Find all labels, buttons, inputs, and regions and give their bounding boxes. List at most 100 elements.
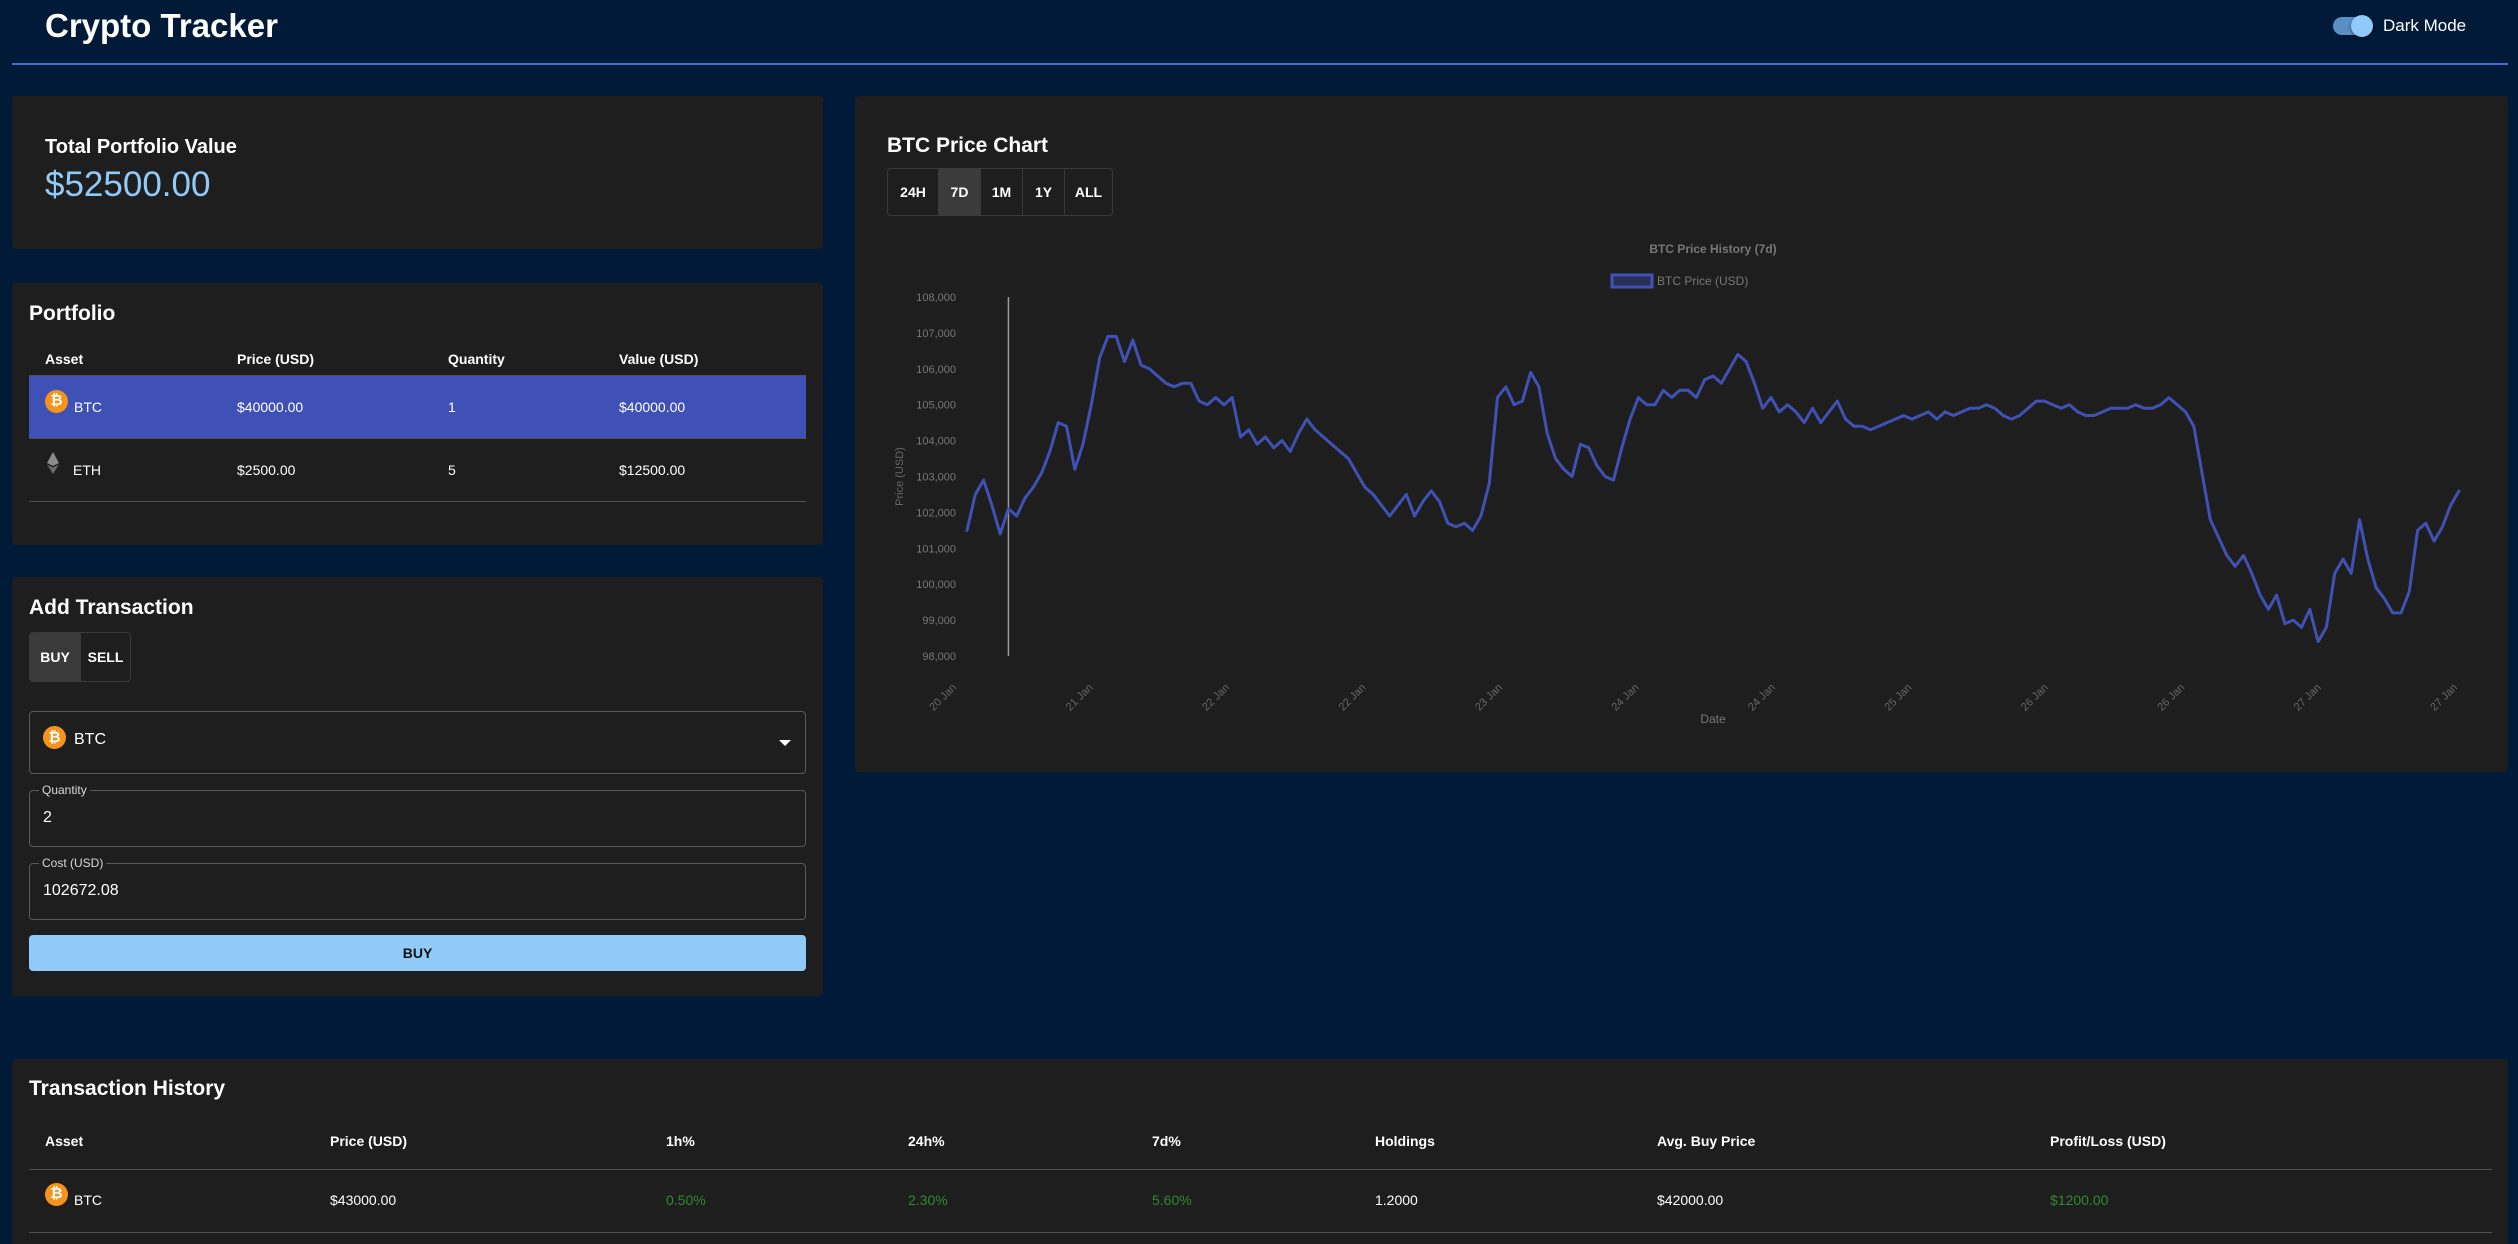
app-bar: Crypto Tracker Dark Mode <box>0 0 2518 65</box>
price-point <box>1048 450 1052 453</box>
price-point <box>2424 522 2427 525</box>
bitcoin-icon: ₿ <box>45 389 68 413</box>
price-point <box>1338 450 1342 453</box>
price-point <box>1521 399 1524 403</box>
price-point <box>1952 414 1955 417</box>
column-header: Quantity <box>448 351 505 367</box>
price-point <box>1819 421 1822 424</box>
price-point <box>1803 421 1806 424</box>
price-chart-card: BTC Price Chart 24H 7D 1M 1Y ALL BTC Pri… <box>855 96 2508 772</box>
price-point <box>1836 399 1839 403</box>
y-tick-label: 107,000 <box>916 328 956 340</box>
price-point <box>974 493 977 496</box>
price-point <box>1479 514 1483 518</box>
price-point <box>1678 389 1681 392</box>
price-point <box>2134 403 2137 406</box>
price-point <box>1313 428 1317 431</box>
price-point <box>1894 417 1897 421</box>
price-point <box>1322 435 1325 439</box>
table-row[interactable]: ₿ BTC $40000.00 1 $40000.00 <box>29 376 806 439</box>
column-header: Holdings <box>1375 1133 1435 1149</box>
price-point <box>2035 399 2038 403</box>
price-point <box>1852 425 1856 428</box>
ethereum-icon <box>45 451 61 475</box>
holdings-cell: 1.2000 <box>1375 1192 1418 1208</box>
dark-mode-switch[interactable] <box>2333 15 2373 37</box>
cost-input[interactable] <box>43 880 783 902</box>
dark-mode-label: Dark Mode <box>2383 16 2467 35</box>
quantity-cell: 1 <box>448 399 456 415</box>
price-point <box>2316 640 2320 643</box>
price-point <box>1355 471 1358 475</box>
x-tick-label: 21 Jan <box>1064 682 1096 714</box>
price-point <box>2209 518 2212 521</box>
x-tick-label: 23 Jan <box>1473 682 1505 714</box>
price-point <box>1935 417 1939 421</box>
price-point <box>2051 403 2054 406</box>
price-point <box>1471 529 1474 532</box>
price-point <box>1604 475 1607 478</box>
quantity-input[interactable] <box>43 807 783 829</box>
price-point <box>1396 504 1400 507</box>
price-point <box>2101 410 2104 414</box>
price-point <box>2084 414 2088 417</box>
sell-toggle-button[interactable]: SELL <box>80 633 130 681</box>
asset-select[interactable]: ₿ BTC <box>29 711 806 774</box>
price-point <box>1910 417 1914 421</box>
price-point <box>1985 403 1988 406</box>
price-point <box>1736 353 1740 356</box>
asset-select-value: ₿ BTC <box>43 726 106 749</box>
price-point <box>1612 478 1615 482</box>
x-tick-label: 22 Jan <box>1337 682 1369 714</box>
price-point <box>1231 396 1234 399</box>
price-point <box>2192 425 2195 428</box>
price-line-chart[interactable]: BTC Price History (7d) BTC Price (USD) 108… <box>855 96 2508 772</box>
price-point <box>1421 500 1425 503</box>
price-point <box>2399 611 2403 615</box>
price-point <box>2159 403 2162 406</box>
transaction-history-table: Asset Price (USD) 1h% 24h% 7d% Holdings … <box>29 1119 2492 1233</box>
price-point <box>1637 396 1640 399</box>
legend-swatch <box>1610 273 1654 289</box>
buy-submit-button[interactable]: BUY <box>29 935 806 971</box>
price-point <box>2275 593 2278 597</box>
switch-thumb[interactable] <box>2351 15 2373 37</box>
x-tick-label: 24 Jan <box>1746 682 1778 714</box>
price-point <box>2267 608 2270 611</box>
price-point <box>2176 403 2179 406</box>
price-point <box>1272 446 1275 449</box>
price-point <box>1280 439 1284 442</box>
dark-mode-toggle[interactable]: Dark Mode <box>2333 14 2466 38</box>
y-tick-label: 105,000 <box>916 400 956 412</box>
price-point <box>1363 486 1367 489</box>
table-row[interactable]: ₿ BTC $43000.00 0.50% 2.30% 5.60% 1.2000… <box>29 1170 2492 1233</box>
price-point <box>2043 399 2046 403</box>
portfolio-table: Asset Price (USD) Quantity Value (USD) ₿… <box>29 343 806 502</box>
price-point <box>1148 367 1151 370</box>
price-point <box>1703 378 1706 381</box>
price-point <box>1529 371 1532 374</box>
price-point <box>2432 539 2436 543</box>
buy-toggle-button[interactable]: BUY <box>30 633 80 681</box>
price-point <box>2118 407 2121 410</box>
price-point <box>1206 403 1209 406</box>
column-header: 24h% <box>908 1133 945 1149</box>
price-point <box>2333 572 2336 575</box>
y-axis-label: Price (USD) <box>894 447 906 506</box>
price-point <box>2059 407 2063 410</box>
price-cell: $40000.00 <box>237 399 304 415</box>
dropdown-arrow-icon[interactable] <box>779 740 791 746</box>
price-point <box>1156 374 1159 378</box>
x-tick-label: 22 Jan <box>1200 682 1232 714</box>
table-row[interactable]: ETH $2500.00 5 $12500.00 <box>29 439 806 502</box>
table-header-row: Asset Price (USD) Quantity Value (USD) <box>29 343 806 376</box>
price-point <box>2242 554 2245 557</box>
price-point <box>1902 414 1905 417</box>
price-point <box>1090 403 1093 406</box>
price-point <box>1861 425 1864 428</box>
bitcoin-icon: ₿ <box>43 726 66 749</box>
price-cell: $2500.00 <box>237 462 296 478</box>
column-header: Profit/Loss (USD) <box>2050 1133 2166 1149</box>
price-point <box>2018 414 2021 417</box>
price-point <box>1264 435 1267 439</box>
